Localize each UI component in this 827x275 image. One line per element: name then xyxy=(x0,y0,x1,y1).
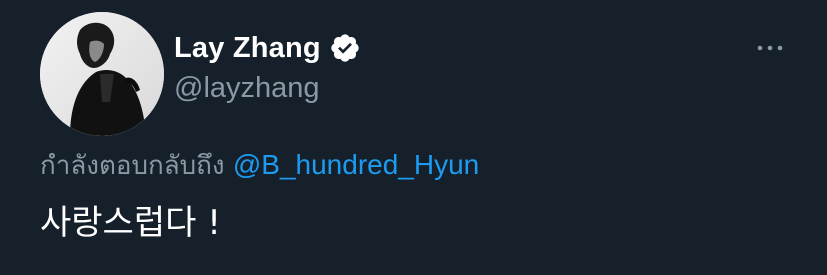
author-handle[interactable]: @layzhang xyxy=(174,72,320,105)
author-avatar[interactable] xyxy=(40,12,164,136)
reply-prefix: กำลังตอบกลับถึง xyxy=(40,151,225,181)
tweet-text: 사랑스럽다 ! xyxy=(40,203,221,243)
tweet-card: Lay Zhang @layzhang กำลังตอบกลับถึง @B_h… xyxy=(0,0,827,275)
reply-context: กำลังตอบกลับถึง @B_hundred_Hyun xyxy=(40,145,479,186)
author-name-row: Lay Zhang xyxy=(174,30,361,66)
verified-badge-icon xyxy=(329,32,361,64)
profile-photo xyxy=(40,12,164,136)
author-display-name[interactable]: Lay Zhang xyxy=(174,32,321,65)
more-dots-icon[interactable] xyxy=(752,36,788,60)
reply-mention-link[interactable]: @B_hundred_Hyun xyxy=(233,149,479,180)
